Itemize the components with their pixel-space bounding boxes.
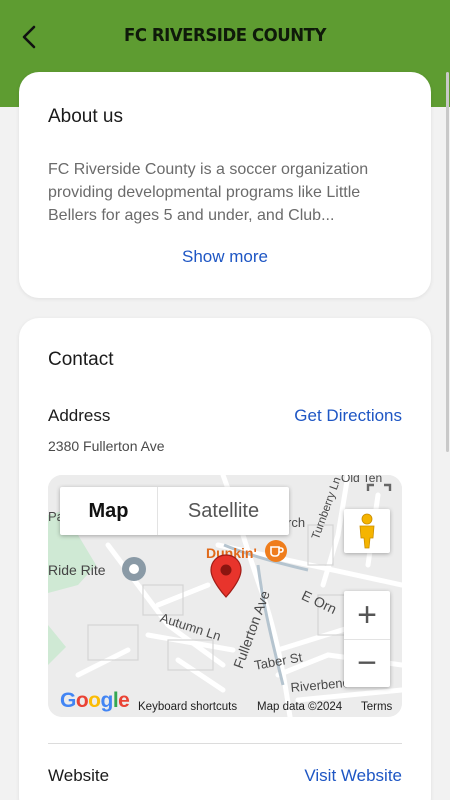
website-label: Website [48,766,110,785]
map-label-church: rch [287,515,306,530]
contact-card: Contact Address Get Directions 2380 Full… [19,318,431,800]
map-footer: Google Keyboard shortcuts Map data ©2024… [48,689,402,717]
map-view[interactable]: Park Old Ten rch Turnberry Ln Ride Rite … [48,475,402,717]
fullscreen-button[interactable] [356,475,402,505]
map-data-attribution: Map data ©2024 [257,701,343,713]
zoom-controls: + − [344,591,390,687]
location-pin-icon[interactable] [209,553,243,604]
about-card: About us FC Riverside County is a soccer… [19,72,431,298]
pegman-icon [359,513,375,549]
get-directions-link[interactable]: Get Directions [294,406,402,426]
coffee-marker-icon[interactable] [264,539,288,568]
map-type-toggle: Map Satellite [60,487,289,535]
map-tab[interactable]: Map [60,487,157,535]
zoom-out-button[interactable]: − [344,639,390,687]
divider [48,743,402,744]
show-more-link[interactable]: Show more [19,247,431,267]
about-title: About us [48,106,123,127]
address-value: 2380 Fullerton Ave [48,438,165,454]
street-view-button[interactable] [344,509,390,553]
fullscreen-icon [366,483,392,491]
contact-title: Contact [48,349,114,370]
page-title: FC RIVERSIDE COUNTY [123,25,327,46]
satellite-tab[interactable]: Satellite [157,487,289,535]
visit-website-link[interactable]: Visit Website [304,766,402,786]
about-description: FC Riverside County is a soccer organiza… [48,161,369,224]
terms-link[interactable]: Terms [361,701,392,713]
scrollbar[interactable] [446,72,449,452]
google-logo: Google [60,689,130,712]
address-label: Address [48,406,111,425]
place-marker-icon[interactable] [120,555,148,588]
map-label-ride-rite: Ride Rite [48,562,106,578]
keyboard-shortcuts-link[interactable]: Keyboard shortcuts [138,701,237,713]
zoom-in-button[interactable]: + [344,591,390,639]
